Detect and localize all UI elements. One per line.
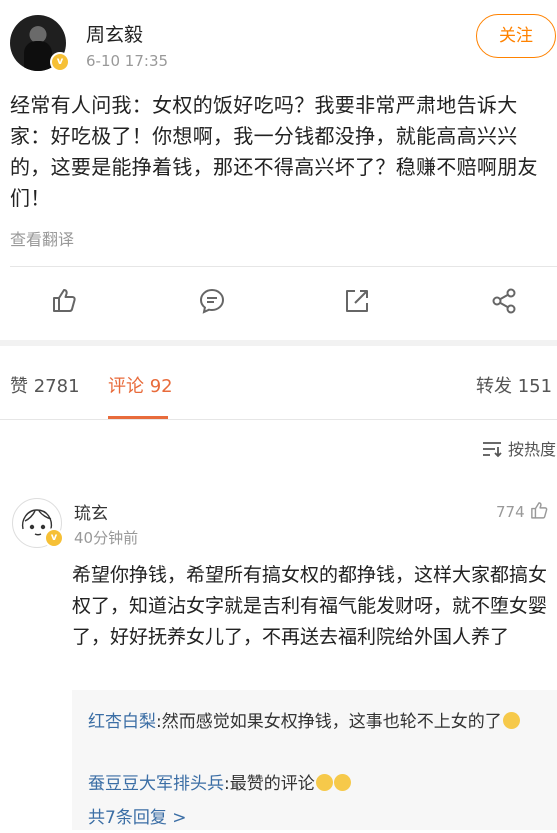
share-icon[interactable]: [490, 287, 518, 315]
kiss-emoji-icon: [333, 774, 351, 791]
repost-icon[interactable]: [343, 287, 371, 315]
translate-link[interactable]: 查看翻译: [10, 226, 74, 250]
post-content: 经常有人问我：女权的饭好吃吗？我要非常严肃地告诉大家：好吃极了！你想啊，我一分钱…: [10, 93, 538, 210]
section-separator: [0, 340, 557, 346]
comment-time: 40分钟前: [74, 529, 139, 547]
reply-text: :最赞的评论: [224, 774, 315, 794]
divider: [10, 266, 557, 267]
tab-likes[interactable]: 赞 2781: [10, 372, 80, 398]
commenter-name[interactable]: 琉玄: [74, 499, 108, 524]
divider: [0, 419, 557, 420]
tab-reposts[interactable]: 转发 151: [476, 372, 552, 398]
verified-badge-icon: v: [44, 528, 64, 548]
sort-icon: [482, 442, 502, 458]
comment-like-button[interactable]: 774: [496, 500, 549, 521]
follow-button[interactable]: 关注: [476, 14, 556, 58]
sort-by-hot-button[interactable]: 按热度: [481, 436, 556, 460]
reply-text: :然而感觉如果女权挣钱，这事也轮不上女的了: [156, 712, 502, 732]
author-name[interactable]: 周玄毅: [86, 20, 143, 47]
reply-item[interactable]: 红杏白梨:然而感觉如果女权挣钱，这事也轮不上女的了: [88, 708, 553, 737]
comment-icon[interactable]: [198, 287, 226, 315]
like-icon: [531, 502, 548, 519]
reply-item[interactable]: 蚕豆豆大军排头兵:最赞的评论: [88, 770, 553, 799]
comment-like-count: 774: [496, 503, 525, 521]
verified-badge-icon: v: [50, 52, 70, 72]
reply-author[interactable]: 蚕豆豆大军排头兵: [88, 774, 224, 794]
sort-label: 按热度: [507, 440, 556, 459]
like-icon[interactable]: [50, 286, 78, 314]
laugh-emoji-icon: [502, 712, 520, 729]
reply-author[interactable]: 红杏白梨: [88, 712, 156, 732]
tab-comments[interactable]: 评论 92: [108, 372, 173, 398]
kiss-emoji-icon: [315, 774, 333, 791]
comment-text: 希望你挣钱，希望所有搞女权的都挣钱，这样大家都搞女权了，知道沾女字就是吉利有福气…: [72, 564, 548, 648]
post-time: 6-10 17:35: [86, 52, 169, 70]
